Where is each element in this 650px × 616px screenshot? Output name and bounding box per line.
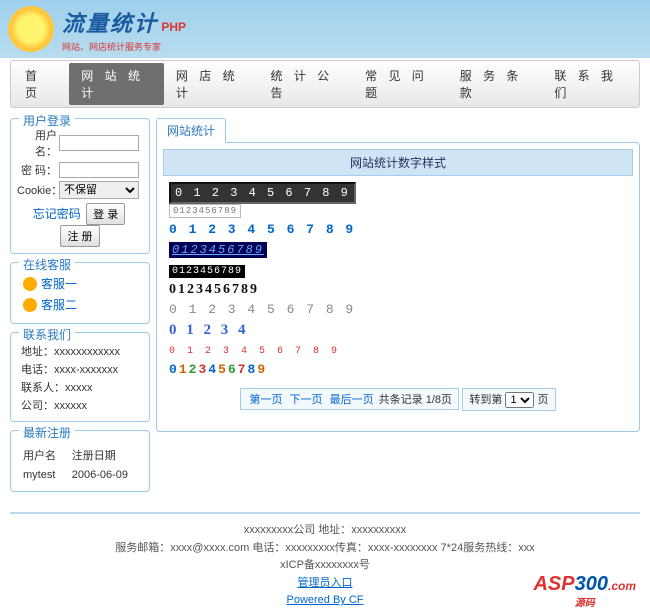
table-row: mytest2006-06-09 (19, 467, 141, 483)
cookie-label: Cookie： (17, 182, 57, 198)
nav-item-4[interactable]: 常 见 问 题 (353, 63, 448, 105)
page-next[interactable]: 下一页 (290, 394, 323, 406)
page-info: 共条记录 1/8页 (379, 394, 452, 406)
forgot-password-link[interactable]: 忘记密码 (33, 207, 81, 221)
nav-item-5[interactable]: 服 务 条 款 (448, 63, 543, 105)
admin-link[interactable]: 管理员入口 (298, 577, 353, 589)
cs-title: 在线客服 (19, 256, 75, 273)
asp300-logo: ASP300.com 源码 (533, 568, 636, 612)
cs-item-0[interactable]: 客服一 (23, 275, 137, 292)
footer: xxxxxxxxx公司 地址：xxxxxxxxxx 服务邮箱：xxxx@xxxx… (0, 522, 650, 616)
main-nav: 首 页网 站 统 计网 店 统 计统 计 公 告常 见 问 题服 务 条 款联 … (10, 60, 640, 108)
counter-style-5[interactable]: 0123456789 (169, 282, 259, 297)
styles-header: 网站统计数字样式 (163, 149, 633, 176)
logo-subtitle: 网站、网店统计服务专家 (62, 40, 186, 53)
goto-page-select[interactable]: 1 (505, 392, 534, 408)
password-input[interactable] (59, 162, 139, 178)
contact-title: 联系我们 (19, 326, 75, 343)
nav-item-3[interactable]: 统 计 公 告 (259, 63, 354, 105)
page-last[interactable]: 最后一页 (330, 394, 374, 406)
col-regdate: 注册日期 (68, 445, 141, 465)
counter-style-9[interactable]: 0123456789 (169, 362, 267, 377)
counter-style-4[interactable]: 0123456789 (169, 265, 245, 278)
pagination: 第一页 下一页 最后一页 共条记录 1/8页 转到第 1 页 (163, 388, 633, 411)
login-button[interactable]: 登 录 (86, 203, 125, 225)
qq-icon (23, 277, 37, 291)
nav-item-0[interactable]: 首 页 (13, 63, 69, 105)
logo-title: 流量统计 (62, 11, 158, 36)
counter-style-0[interactable]: 0 1 2 3 4 5 6 7 8 9 (169, 182, 356, 204)
latest-reg-panel: 最新注册 用户名注册日期 mytest2006-06-09 (10, 430, 150, 492)
col-username: 用户名 (19, 445, 66, 465)
password-label: 密 码： (17, 162, 57, 178)
main-panel: 网站统计数字样式 0 1 2 3 4 5 6 7 8 9 0123456789 … (156, 142, 640, 432)
cookie-select[interactable]: 不保留 (59, 181, 139, 199)
latest-title: 最新注册 (19, 424, 75, 441)
header: 流量统计 PHP 网站、网店统计服务专家 (0, 0, 650, 58)
login-title: 用户登录 (19, 112, 75, 129)
nav-item-1[interactable]: 网 站 统 计 (69, 63, 164, 105)
nav-item-2[interactable]: 网 店 统 计 (164, 63, 259, 105)
logo-suffix: PHP (161, 20, 186, 34)
contact-panel: 联系我们 地址：xxxxxxxxxxxx 电话：xxxx-xxxxxxx 联系人… (10, 332, 150, 422)
counter-style-8[interactable]: 0 1 2 3 4 5 6 7 8 9 (169, 346, 340, 357)
username-input[interactable] (59, 135, 139, 151)
username-label: 用户名： (17, 127, 57, 159)
counter-style-6[interactable]: 0 1 2 3 4 5 6 7 8 9 (169, 302, 355, 317)
nav-item-6[interactable]: 联 系 我 们 (542, 63, 637, 105)
customer-service-panel: 在线客服 客服一客服二 (10, 262, 150, 324)
counter-style-3[interactable]: 0123456789 (169, 242, 267, 258)
tab-site-stats[interactable]: 网站统计 (156, 118, 226, 143)
login-panel: 用户登录 用户名： 密 码： Cookie：不保留 忘记密码 登 录 注 册 (10, 118, 150, 254)
register-button[interactable]: 注 册 (60, 225, 99, 247)
powered-by-link[interactable]: Powered By CF (286, 594, 363, 606)
counter-style-2[interactable]: 0 1 2 3 4 5 6 7 8 9 (169, 222, 355, 237)
sun-icon (8, 6, 54, 52)
counter-style-1[interactable]: 0123456789 (169, 204, 241, 218)
page-first[interactable]: 第一页 (249, 394, 282, 406)
cs-item-1[interactable]: 客服二 (23, 296, 137, 313)
counter-style-7[interactable]: 0 1 2 3 4 (169, 322, 249, 338)
qq-icon (23, 298, 37, 312)
